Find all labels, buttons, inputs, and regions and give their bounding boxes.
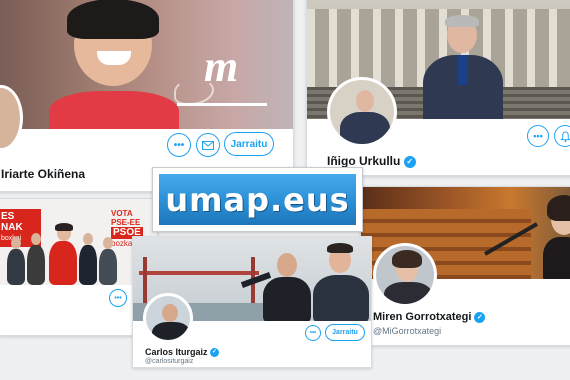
notify-button[interactable] — [554, 125, 570, 147]
vote-line-1: VOTA — [111, 209, 133, 218]
profile-handle: @MiGorrotxategi — [373, 326, 442, 336]
profile-name: Iriarte Okiñena — [1, 167, 86, 181]
profile-name-text: Miren Gorrotxategi — [373, 311, 472, 323]
more-button[interactable]: ••• — [527, 125, 549, 147]
profile-name: Carlos Iturgaiz ✓ — [145, 347, 220, 358]
profile-card-iturgaiz: ••• Jarraitu Carlos Iturgaiz ✓ @carlosit… — [132, 236, 372, 368]
avatar-iturgaiz[interactable] — [143, 293, 193, 343]
banner-person-gorrotxategi — [543, 195, 570, 279]
banner-text-line-1: ES — [1, 211, 15, 222]
profile-name-text: Iñigo Urkullu — [327, 154, 401, 168]
umap-logo[interactable]: umap.eus — [159, 174, 356, 225]
verified-badge-icon: ✓ — [210, 348, 220, 358]
banner-person-urkullu — [423, 15, 503, 119]
umap-logo-frame: umap.eus — [152, 167, 363, 232]
bell-icon — [559, 130, 570, 142]
avatar-urkullu[interactable] — [327, 77, 397, 147]
profile-name: Miren Gorrotxategi ✓ — [373, 311, 486, 323]
profile-name-text: Carlos Iturgaiz — [145, 347, 208, 357]
banner-bridge — [139, 271, 259, 275]
profile-handle: @carlositurgaiz — [145, 358, 194, 365]
signature-scribble — [174, 79, 214, 105]
banner-person-left — [240, 247, 311, 321]
more-button[interactable]: ••• — [167, 133, 191, 157]
banner-group-people — [3, 223, 123, 285]
more-button[interactable]: ••• — [305, 325, 321, 341]
follow-button[interactable]: Jarraitu — [325, 324, 365, 341]
profile-name: Iñigo Urkullu ✓ — [327, 154, 416, 168]
profile-card-urkullu: ••• Iñigo Urkullu ✓ — [306, 0, 570, 176]
envelope-icon — [202, 140, 214, 150]
banner-person-mendia — [39, 0, 179, 129]
message-button[interactable] — [196, 133, 220, 157]
profile-banner-mendia: m — [0, 0, 293, 129]
umap-logo-text: umap.eus — [165, 180, 350, 219]
banner-person-right — [313, 241, 369, 321]
verified-badge-icon: ✓ — [403, 155, 416, 168]
profile-card-mendia: m ••• Jarraitu Iriarte Okiñena — [0, 0, 294, 192]
verified-badge-icon: ✓ — [474, 311, 486, 323]
profile-card-gorrotxategi: Miren Gorrotxategi ✓ @MiGorrotxategi — [360, 186, 570, 346]
avatar-gorrotxategi[interactable] — [373, 243, 437, 307]
more-button[interactable]: ••• — [109, 289, 127, 307]
follow-button[interactable]: Jarraitu — [224, 132, 274, 156]
